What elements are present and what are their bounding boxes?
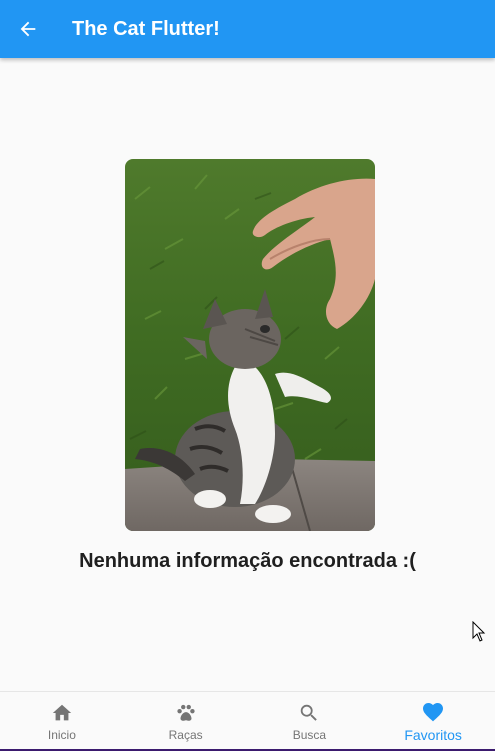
- app-title: The Cat Flutter!: [72, 17, 220, 40]
- cat-image: [125, 159, 375, 531]
- nav-item-label: Busca: [292, 728, 327, 742]
- paw-icon: [175, 701, 197, 725]
- main-content: Nenhuma informação encontrada :(: [0, 58, 495, 691]
- mouse-cursor-icon: [472, 621, 486, 642]
- nav-item-inicio[interactable]: Inicio: [0, 692, 124, 750]
- nav-item-label: Favoritos: [404, 727, 462, 743]
- nav-item-busca[interactable]: Busca: [248, 692, 372, 750]
- bottom-navigation: Inicio Raças Busca Favoritos: [0, 691, 495, 750]
- home-icon: [51, 701, 73, 725]
- search-icon: [298, 701, 320, 725]
- app-bar: The Cat Flutter!: [0, 0, 495, 58]
- nav-item-favoritos[interactable]: Favoritos: [371, 692, 495, 750]
- empty-state-message: Nenhuma informação encontrada :(: [79, 550, 416, 572]
- nav-item-racas[interactable]: Raças: [124, 692, 248, 750]
- heart-icon: [421, 700, 445, 724]
- nav-item-label: Inicio: [47, 728, 76, 742]
- back-button[interactable]: [0, 0, 56, 58]
- arrow-back-icon: [20, 21, 36, 37]
- nav-item-label: Raças: [168, 728, 203, 742]
